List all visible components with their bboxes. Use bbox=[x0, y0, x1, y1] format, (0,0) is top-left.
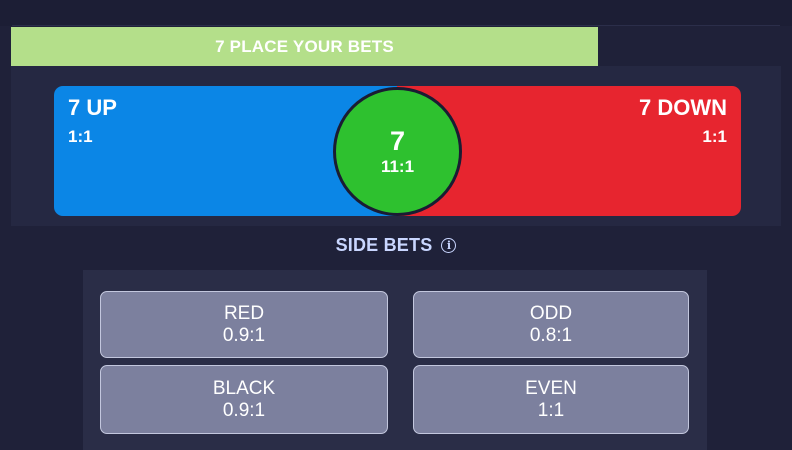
side-bet-odds: 0.8:1 bbox=[529, 324, 573, 346]
side-bets-title: SIDE BETS bbox=[335, 235, 433, 255]
bet-seven-button[interactable]: 7 11:1 bbox=[333, 87, 462, 216]
side-bet-odds: 0.9:1 bbox=[222, 399, 266, 421]
side-bet-red-button[interactable]: RED 0.9:1 bbox=[100, 291, 388, 358]
side-bet-black-button[interactable]: BLACK 0.9:1 bbox=[100, 365, 388, 434]
side-bet-even-button[interactable]: EVEN 1:1 bbox=[413, 365, 689, 434]
top-bar bbox=[0, 0, 792, 26]
side-bet-odd-button[interactable]: ODD 0.8:1 bbox=[413, 291, 689, 358]
bet-7-down-label: 7 DOWN bbox=[639, 95, 727, 120]
bet-7-up-label: 7 UP bbox=[68, 95, 117, 120]
side-bet-label: ODD bbox=[529, 302, 573, 324]
side-bet-label: BLACK bbox=[212, 377, 276, 399]
bet-seven-label: 7 bbox=[389, 125, 406, 156]
side-bet-odds: 0.9:1 bbox=[222, 324, 266, 346]
side-bet-label: EVEN bbox=[525, 377, 577, 399]
side-bets-heading: SIDE BETS i bbox=[0, 235, 792, 256]
side-bet-label: RED bbox=[223, 302, 265, 324]
place-your-bets-banner: 7 PLACE YOUR BETS bbox=[11, 27, 598, 66]
info-icon[interactable]: i bbox=[441, 238, 457, 253]
side-bet-odds: 1:1 bbox=[537, 399, 565, 421]
bet-seven-odds: 11:1 bbox=[380, 156, 415, 176]
